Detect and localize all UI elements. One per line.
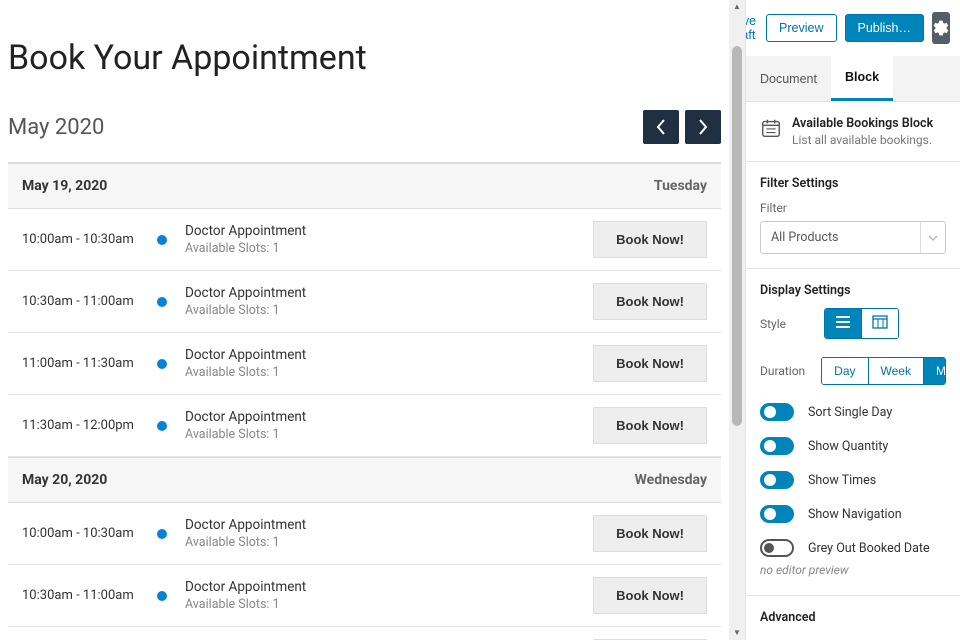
duration-day-button[interactable]: Day <box>822 358 868 384</box>
slot-availability: Available Slots: 1 <box>185 241 593 256</box>
slot-title: Doctor Appointment <box>185 409 593 425</box>
sidebar: Save Draft Preview Publish… Document Blo… <box>745 0 960 640</box>
slot-time: 10:00am - 10:30am <box>22 232 157 247</box>
day-of-week: Wednesday <box>635 472 707 488</box>
calendar-icon <box>760 117 782 139</box>
toggle-sort-single-day[interactable] <box>760 403 794 421</box>
slot-time: 10:30am - 11:00am <box>22 588 157 603</box>
tab-document[interactable]: Document <box>746 56 831 101</box>
block-title: Available Bookings Block <box>792 116 933 131</box>
booking-slot-row: 10:30am - 11:00am Doctor Appointment Avail… <box>8 271 721 333</box>
book-now-button[interactable]: Book Now! <box>593 577 707 614</box>
block-description: List all available bookings. <box>792 133 933 147</box>
month-label: May 2020 <box>8 115 104 140</box>
scroll-up-arrow[interactable]: ▲ <box>733 3 741 11</box>
slot-time: 10:00am - 10:30am <box>22 526 157 541</box>
slot-availability: Available Slots: 1 <box>185 597 593 612</box>
duration-week-button[interactable]: Week <box>869 358 924 384</box>
slot-availability: Available Slots: 1 <box>185 535 593 550</box>
slot-title: Doctor Appointment <box>185 517 593 533</box>
filter-label: Filter <box>760 201 946 215</box>
availability-dot-icon <box>157 297 167 307</box>
booking-slot-row: 10:30am - 11:00am Doctor Appointment Avail… <box>8 565 721 627</box>
toggle-sort-label: Sort Single Day <box>808 405 892 420</box>
slot-time: 10:30am - 11:00am <box>22 294 157 309</box>
chevron-right-icon <box>698 119 708 135</box>
gear-icon <box>932 19 950 37</box>
booking-list[interactable]: May 19, 2020 Tuesday 10:00am - 10:30am Doct… <box>8 163 721 640</box>
availability-dot-icon <box>157 235 167 245</box>
availability-dot-icon <box>157 421 167 431</box>
grey-out-note: no editor preview <box>760 563 946 577</box>
preview-button[interactable]: Preview <box>766 14 836 42</box>
style-list-button[interactable] <box>825 309 862 338</box>
style-label: Style <box>760 317 808 331</box>
toggle-qty-label: Show Quantity <box>808 439 888 454</box>
availability-dot-icon <box>157 529 167 539</box>
book-now-button[interactable]: Book Now! <box>593 515 707 552</box>
slot-time: 11:30am - 12:00pm <box>22 418 157 433</box>
toggle-grey-out-booked[interactable] <box>760 539 794 557</box>
book-now-button[interactable]: Book Now! <box>593 407 707 444</box>
filter-select-value: All Products <box>771 230 839 245</box>
slot-title: Doctor Appointment <box>185 285 593 301</box>
booking-slot-row: 11:00am - 11:30am Doctor Appointment Avail… <box>8 333 721 395</box>
prev-month-button[interactable] <box>643 110 679 144</box>
calendar-grid-icon <box>872 315 888 329</box>
toggle-nav-label: Show Navigation <box>808 507 902 522</box>
vertical-scrollbar[interactable]: ▲ ▼ <box>729 0 745 640</box>
day-date: May 20, 2020 <box>22 472 107 488</box>
slot-title: Doctor Appointment <box>185 579 593 595</box>
day-header: May 19, 2020 Tuesday <box>8 163 721 209</box>
day-header: May 20, 2020 Wednesday <box>8 457 721 503</box>
toggle-show-navigation[interactable] <box>760 505 794 523</box>
day-of-week: Tuesday <box>654 178 707 194</box>
chevron-left-icon <box>656 119 666 135</box>
advanced-panel-title[interactable]: Advanced <box>746 596 960 639</box>
toggle-show-quantity[interactable] <box>760 437 794 455</box>
day-date: May 19, 2020 <box>22 178 107 194</box>
booking-slot-row: 11:00am - 11:30amDoctor AppointmentAvail… <box>8 627 721 640</box>
filter-settings-title: Filter Settings <box>760 176 946 191</box>
filter-select[interactable]: All Products <box>760 221 946 254</box>
chevron-down-icon <box>928 233 938 243</box>
book-now-button[interactable]: Book Now! <box>593 221 707 258</box>
slot-title: Doctor Appointment <box>185 223 593 239</box>
booking-slot-row: 10:00am - 10:30am Doctor Appointment Avail… <box>8 209 721 271</box>
display-settings-title: Display Settings <box>760 283 946 298</box>
style-calendar-button[interactable] <box>862 309 898 338</box>
publish-button[interactable]: Publish… <box>845 14 925 42</box>
availability-dot-icon <box>157 359 167 369</box>
save-draft-button[interactable]: Save Draft <box>745 10 758 46</box>
slot-availability: Available Slots: 1 <box>185 303 593 318</box>
slot-time: 11:00am - 11:30am <box>22 356 157 371</box>
toggle-show-times[interactable] <box>760 471 794 489</box>
book-now-button[interactable]: Book Now! <box>593 283 707 320</box>
scroll-down-arrow[interactable]: ▼ <box>733 629 741 637</box>
booking-slot-row: 10:00am - 10:30am Doctor Appointment Avail… <box>8 503 721 565</box>
duration-label: Duration <box>760 364 805 378</box>
list-icon <box>835 315 851 329</box>
book-now-button[interactable]: Book Now! <box>593 345 707 382</box>
tab-block[interactable]: Block <box>831 56 893 101</box>
month-nav-row: May 2020 <box>8 110 721 144</box>
slot-availability: Available Slots: 1 <box>185 365 593 380</box>
availability-dot-icon <box>157 591 167 601</box>
settings-button[interactable] <box>932 12 950 44</box>
page-title: Book Your Appointment <box>8 38 721 78</box>
slot-availability: Available Slots: 1 <box>185 427 593 442</box>
duration-month-button[interactable]: Month <box>924 358 946 384</box>
toggle-times-label: Show Times <box>808 473 876 488</box>
scroll-thumb[interactable] <box>732 46 742 426</box>
toggle-grey-label: Grey Out Booked Date <box>808 541 930 556</box>
next-month-button[interactable] <box>685 110 721 144</box>
slot-title: Doctor Appointment <box>185 347 593 363</box>
booking-slot-row: 11:30am - 12:00pm Doctor Appointment Avail… <box>8 395 721 457</box>
